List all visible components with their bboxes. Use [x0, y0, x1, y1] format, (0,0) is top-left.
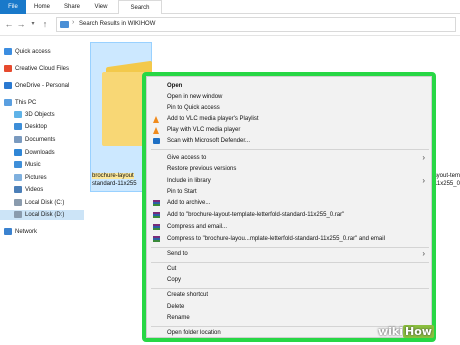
documents-icon — [14, 135, 22, 143]
address-input[interactable]: › Search Results in WIKIHOW — [56, 17, 456, 32]
address-bar-row: ← → ▾ ↑ › Search Results in WIKIHOW — [0, 14, 460, 36]
back-arrow-icon[interactable]: ← — [4, 18, 14, 30]
cube-icon — [14, 110, 22, 118]
download-icon — [14, 148, 22, 156]
wikihow-watermark: wiki How — [378, 325, 434, 338]
adjacent-file-label[interactable]: layout-tem -11x255_0-1 — [432, 172, 460, 188]
highlight-frame — [142, 72, 436, 342]
videos-icon — [14, 185, 22, 193]
nav-item-videos[interactable]: Videos — [14, 185, 43, 195]
tab-file[interactable]: File — [0, 0, 26, 14]
recent-locations-chevron-icon[interactable]: ▾ — [28, 18, 38, 30]
nav-item-desktop[interactable]: Desktop — [14, 122, 47, 132]
star-icon — [4, 47, 12, 55]
desktop-icon — [14, 122, 22, 130]
nav-item-onedrive[interactable]: OneDrive - Personal — [4, 81, 69, 91]
computer-icon — [4, 98, 12, 106]
nav-item-downloads[interactable]: Downloads — [14, 148, 55, 158]
network-icon — [4, 227, 12, 235]
nav-item-network[interactable]: Network — [4, 227, 37, 237]
nav-item-3d-objects[interactable]: 3D Objects — [14, 110, 55, 120]
nav-item-this-pc[interactable]: This PC — [4, 98, 36, 108]
disk-icon — [14, 210, 22, 218]
nav-item-documents[interactable]: Documents — [14, 135, 55, 145]
tab-share[interactable]: Share — [60, 0, 84, 14]
tab-home[interactable]: Home — [30, 0, 54, 14]
search-folder-icon — [60, 21, 69, 28]
creative-cloud-icon — [4, 64, 12, 72]
cloud-icon — [4, 81, 12, 89]
address-path: Search Results in WIKIHOW — [79, 21, 156, 27]
ribbon-tabs: File Home Share View Search — [0, 0, 460, 15]
up-arrow-icon[interactable]: ↑ — [40, 18, 50, 30]
tab-search[interactable]: Search — [118, 0, 162, 15]
disk-icon — [14, 198, 22, 206]
pictures-icon — [14, 173, 22, 181]
forward-arrow-icon[interactable]: → — [16, 18, 26, 30]
nav-item-local-disk-d[interactable]: Local Disk (D:) — [0, 210, 84, 220]
breadcrumb-separator-icon[interactable]: › — [72, 19, 74, 26]
nav-item-quick-access[interactable]: Quick access — [4, 47, 51, 57]
nav-item-pictures[interactable]: Pictures — [14, 173, 47, 183]
tab-view[interactable]: View — [90, 0, 112, 14]
music-icon — [14, 160, 22, 168]
nav-item-music[interactable]: Music — [14, 160, 41, 170]
navigation-pane: Quick access Creative Cloud Files OneDri… — [0, 37, 84, 345]
nav-item-creative-cloud[interactable]: Creative Cloud Files — [4, 64, 69, 74]
nav-item-local-disk-c[interactable]: Local Disk (C:) — [14, 198, 64, 208]
